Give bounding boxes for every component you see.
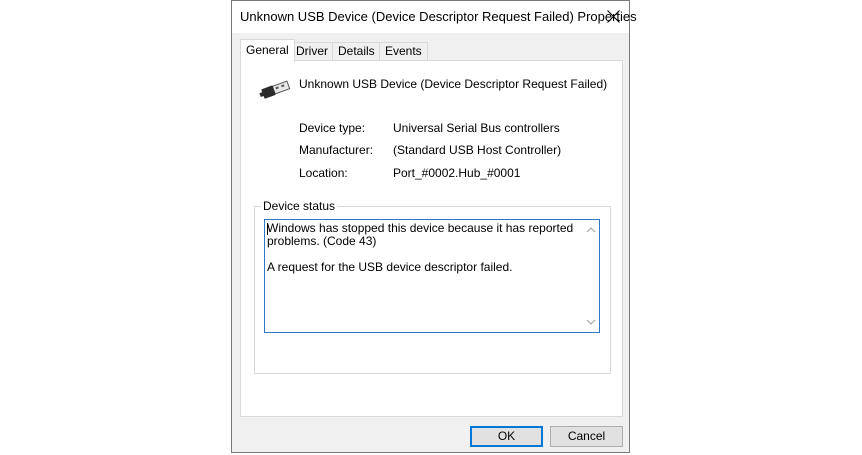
close-icon xyxy=(607,10,620,23)
scroll-down-arrow-icon[interactable] xyxy=(586,318,596,326)
tab-general[interactable]: General xyxy=(240,39,295,62)
tab-details[interactable]: Details xyxy=(332,42,381,60)
device-status-text: Windows has stopped this device because … xyxy=(267,221,574,274)
device-type-value: Universal Serial Bus controllers xyxy=(393,121,560,135)
ok-button[interactable]: OK xyxy=(470,426,543,447)
usb-connector-icon xyxy=(259,80,291,99)
device-status-group: Device status Windows has stopped this d… xyxy=(254,199,611,374)
status-scrollbar[interactable] xyxy=(582,220,599,332)
general-tab-panel: Unknown USB Device (Device Descriptor Re… xyxy=(240,60,623,417)
manufacturer-value: (Standard USB Host Controller) xyxy=(393,143,562,157)
manufacturer-label: Manufacturer: xyxy=(299,143,374,157)
device-name: Unknown USB Device (Device Descriptor Re… xyxy=(299,77,608,91)
properties-dialog: Unknown USB Device (Device Descriptor Re… xyxy=(231,0,637,453)
dialog-title: Unknown USB Device (Device Descriptor Re… xyxy=(240,9,637,24)
tab-events[interactable]: Events xyxy=(379,42,428,60)
location-label: Location: xyxy=(299,166,348,180)
text-caret xyxy=(267,223,268,235)
scroll-up-arrow-icon[interactable] xyxy=(586,226,596,234)
tab-driver[interactable]: Driver xyxy=(290,42,334,60)
device-status-title: Device status xyxy=(261,199,338,213)
device-status-textbox[interactable]: Windows has stopped this device because … xyxy=(264,219,600,333)
title-bar[interactable]: Unknown USB Device (Device Descriptor Re… xyxy=(232,1,637,33)
location-value: Port_#0002.Hub_#0001 xyxy=(393,166,521,180)
device-type-label: Device type: xyxy=(299,121,366,135)
close-button[interactable] xyxy=(597,1,629,33)
cancel-button[interactable]: Cancel xyxy=(550,426,623,447)
